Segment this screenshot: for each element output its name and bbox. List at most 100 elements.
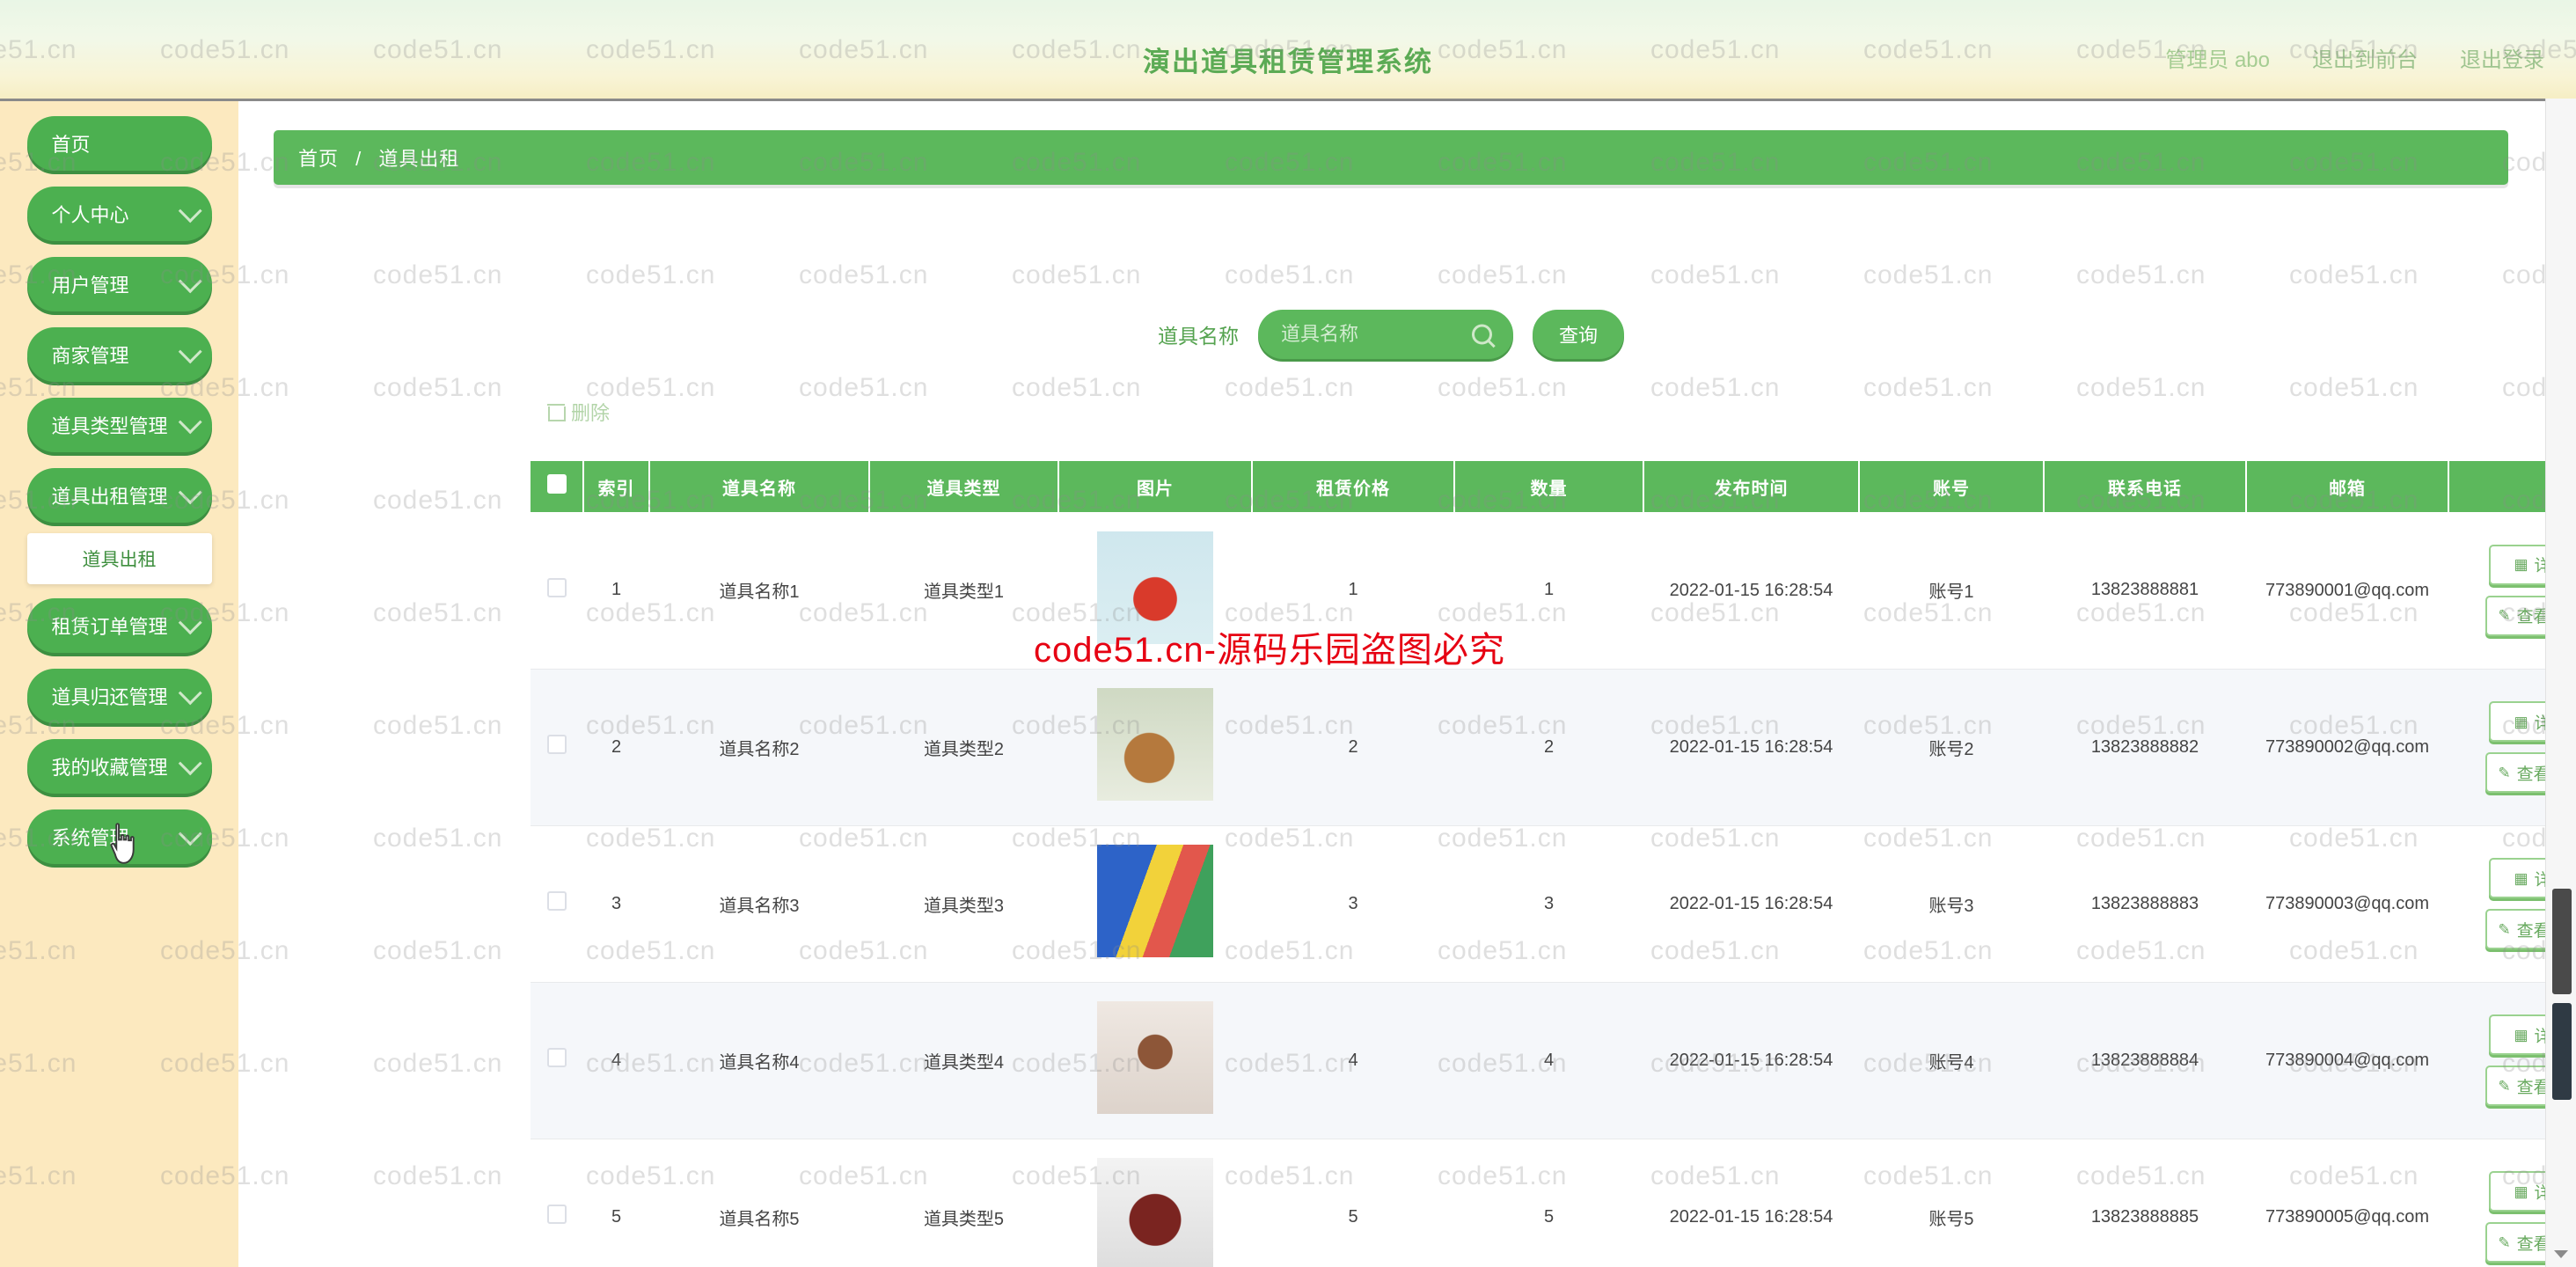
- cell-rental-price: 4: [1252, 982, 1454, 1139]
- column-header-quantity: 数量: [1454, 461, 1644, 512]
- scroll-down-arrow-icon[interactable]: [2554, 1250, 2568, 1258]
- cell-email: 773890004@qq.com: [2246, 982, 2448, 1139]
- sidebar-item-label: 我的收藏管理: [51, 757, 168, 779]
- breadcrumb: 首页 / 道具出租: [274, 130, 2508, 185]
- sidebar: 首页 个人中心 用户管理 商家管理 道具类型管理 道具出租管理 道具出租 租赁订…: [0, 99, 238, 1267]
- table-row: 5 道具名称5 道具类型5 5 5 2022-01-15 16:28:54 账号5 13823…: [531, 1139, 2576, 1267]
- breadcrumb-home[interactable]: 首页: [298, 148, 339, 170]
- data-table-container: 索引 道具名称 道具类型 图片 租赁价格 数量 发布时间 账号 联系电话 邮箱 …: [531, 461, 2576, 1267]
- cell-publish-time: 2022-01-15 16:28:54: [1643, 982, 1859, 1139]
- search-input-wrapper[interactable]: [1258, 310, 1513, 359]
- prop-thumbnail-image[interactable]: [1097, 845, 1213, 957]
- table-row: 3 道具名称3 道具类型3 3 3 2022-01-15 16:28:54 账号3 13823…: [531, 825, 2576, 983]
- sidebar-item-rental-order-management[interactable]: 租赁订单管理: [26, 598, 212, 653]
- cell-quantity: 3: [1454, 825, 1643, 983]
- row-checkbox[interactable]: [547, 577, 567, 597]
- cell-image: [1058, 1139, 1252, 1267]
- search-input[interactable]: [1258, 310, 1472, 359]
- cell-account: 账号3: [1859, 825, 2044, 983]
- sidebar-item-prop-type-management[interactable]: 道具类型管理: [26, 398, 212, 452]
- table-body: 1 道具名称1 道具类型1 1 1 2022-01-15 16:28:54 账号1 13823…: [531, 512, 2576, 1267]
- app-header: 演出道具租赁管理系统 管理员 abo 退出到前台 退出登录: [0, 0, 2576, 101]
- page-scrollbar-thumb[interactable]: [2552, 889, 2572, 994]
- chevron-down-icon: [178, 681, 202, 706]
- breadcrumb-separator: /: [355, 148, 362, 170]
- sidebar-subitem-prop-rental[interactable]: 道具出租: [27, 546, 212, 572]
- theft-notice-watermark: code51.cn-源码乐园盗图必究: [1034, 631, 1505, 670]
- sidebar-item-merchant-management[interactable]: 商家管理: [26, 327, 212, 382]
- cell-prop-name: 道具名称1: [649, 512, 869, 670]
- table-row: 2 道具名称2 道具类型2 2 2 2022-01-15 16:28:54 账号2 13823…: [531, 669, 2576, 826]
- cell-account: 账号2: [1859, 669, 2044, 826]
- cell-phone: 13823888884: [2044, 982, 2246, 1139]
- row-checkbox[interactable]: [547, 1048, 567, 1067]
- pencil-icon: ✎: [2498, 1077, 2511, 1095]
- prop-thumbnail-image[interactable]: [1097, 1158, 1213, 1267]
- document-icon: ▦: [2514, 1183, 2528, 1200]
- chevron-down-icon: [178, 822, 202, 846]
- chevron-down-icon: [178, 751, 202, 776]
- row-select-cell[interactable]: [531, 825, 583, 983]
- row-select-cell[interactable]: [531, 512, 583, 670]
- trash-icon: [547, 403, 566, 421]
- breadcrumb-current: 道具出租: [378, 148, 460, 170]
- document-icon: ▦: [2514, 713, 2528, 730]
- pencil-icon: ✎: [2498, 920, 2511, 938]
- sidebar-submenu-prop-rental: 道具出租: [26, 533, 212, 584]
- search-label: 道具名称: [1158, 325, 1239, 348]
- batch-delete-button[interactable]: 删除: [547, 398, 610, 426]
- sidebar-item-label: 个人中心: [51, 204, 129, 226]
- cell-rental-price: 3: [1252, 825, 1454, 983]
- sidebar-item-personal-center[interactable]: 个人中心: [26, 187, 212, 241]
- select-all-checkbox[interactable]: [546, 474, 567, 494]
- cell-prop-type: 道具类型2: [869, 669, 1058, 826]
- cell-prop-type: 道具类型4: [869, 982, 1058, 1139]
- column-header-phone: 联系电话: [2044, 461, 2247, 512]
- sidebar-item-label: 商家管理: [51, 345, 129, 367]
- search-bar: 道具名称 查询: [274, 303, 2508, 366]
- exit-to-frontend-link[interactable]: 退出到前台: [2312, 42, 2418, 73]
- cell-email: 773890002@qq.com: [2246, 669, 2448, 826]
- logout-link[interactable]: 退出登录: [2460, 42, 2544, 73]
- cell-prop-name: 道具名称5: [649, 1139, 869, 1267]
- document-icon: ▦: [2514, 869, 2528, 887]
- cell-image: [1058, 982, 1252, 1139]
- document-icon: ▦: [2514, 1026, 2528, 1044]
- sidebar-item-prop-rental-management[interactable]: 道具出租管理: [26, 468, 212, 523]
- sidebar-item-prop-return-management[interactable]: 道具归还管理: [26, 669, 212, 723]
- cell-phone: 13823888883: [2044, 825, 2246, 983]
- cell-quantity: 4: [1454, 982, 1643, 1139]
- row-select-cell[interactable]: [531, 982, 583, 1139]
- cell-email: 773890001@qq.com: [2246, 512, 2448, 670]
- row-checkbox[interactable]: [547, 735, 567, 754]
- prop-thumbnail-image[interactable]: [1097, 1001, 1213, 1114]
- inner-scrollbar-thumb[interactable]: [2552, 1003, 2572, 1100]
- cell-index: 2: [583, 669, 649, 826]
- cell-publish-time: 2022-01-15 16:28:54: [1643, 1139, 1859, 1267]
- cell-publish-time: 2022-01-15 16:28:54: [1643, 825, 1859, 983]
- cell-phone: 13823888885: [2044, 1139, 2246, 1267]
- table-header-row: 索引 道具名称 道具类型 图片 租赁价格 数量 发布时间 账号 联系电话 邮箱 …: [531, 461, 2576, 512]
- row-select-cell[interactable]: [531, 1139, 583, 1267]
- row-checkbox[interactable]: [547, 891, 567, 911]
- sidebar-item-my-favorites-management[interactable]: 我的收藏管理: [26, 739, 212, 794]
- header-user-actions: 管理员 abo 退出到前台 退出登录: [2165, 42, 2544, 73]
- main-content: 首页 / 道具出租 道具名称 查询 删除 索引 道具名称: [238, 99, 2576, 1267]
- sidebar-item-home[interactable]: 首页: [26, 116, 212, 171]
- sidebar-item-label: 道具类型管理: [51, 415, 168, 437]
- cell-prop-type: 道具类型3: [869, 825, 1058, 983]
- admin-name-label: 管理员 abo: [2165, 48, 2270, 72]
- cell-publish-time: 2022-01-15 16:28:54: [1643, 669, 1859, 826]
- cell-email: 773890005@qq.com: [2246, 1139, 2448, 1267]
- column-header-email: 邮箱: [2246, 461, 2449, 512]
- sidebar-item-user-management[interactable]: 用户管理: [26, 257, 212, 311]
- row-checkbox[interactable]: [547, 1205, 567, 1224]
- cell-account: 账号5: [1859, 1139, 2044, 1267]
- prop-thumbnail-image[interactable]: [1097, 688, 1213, 801]
- query-button[interactable]: 查询: [1533, 310, 1624, 359]
- row-select-cell[interactable]: [531, 669, 583, 826]
- table-row: 1 道具名称1 道具类型1 1 1 2022-01-15 16:28:54 账号1 13823…: [531, 512, 2576, 670]
- select-all-header[interactable]: [531, 461, 584, 512]
- chevron-down-icon: [178, 480, 202, 505]
- column-header-index: 索引: [583, 461, 650, 512]
